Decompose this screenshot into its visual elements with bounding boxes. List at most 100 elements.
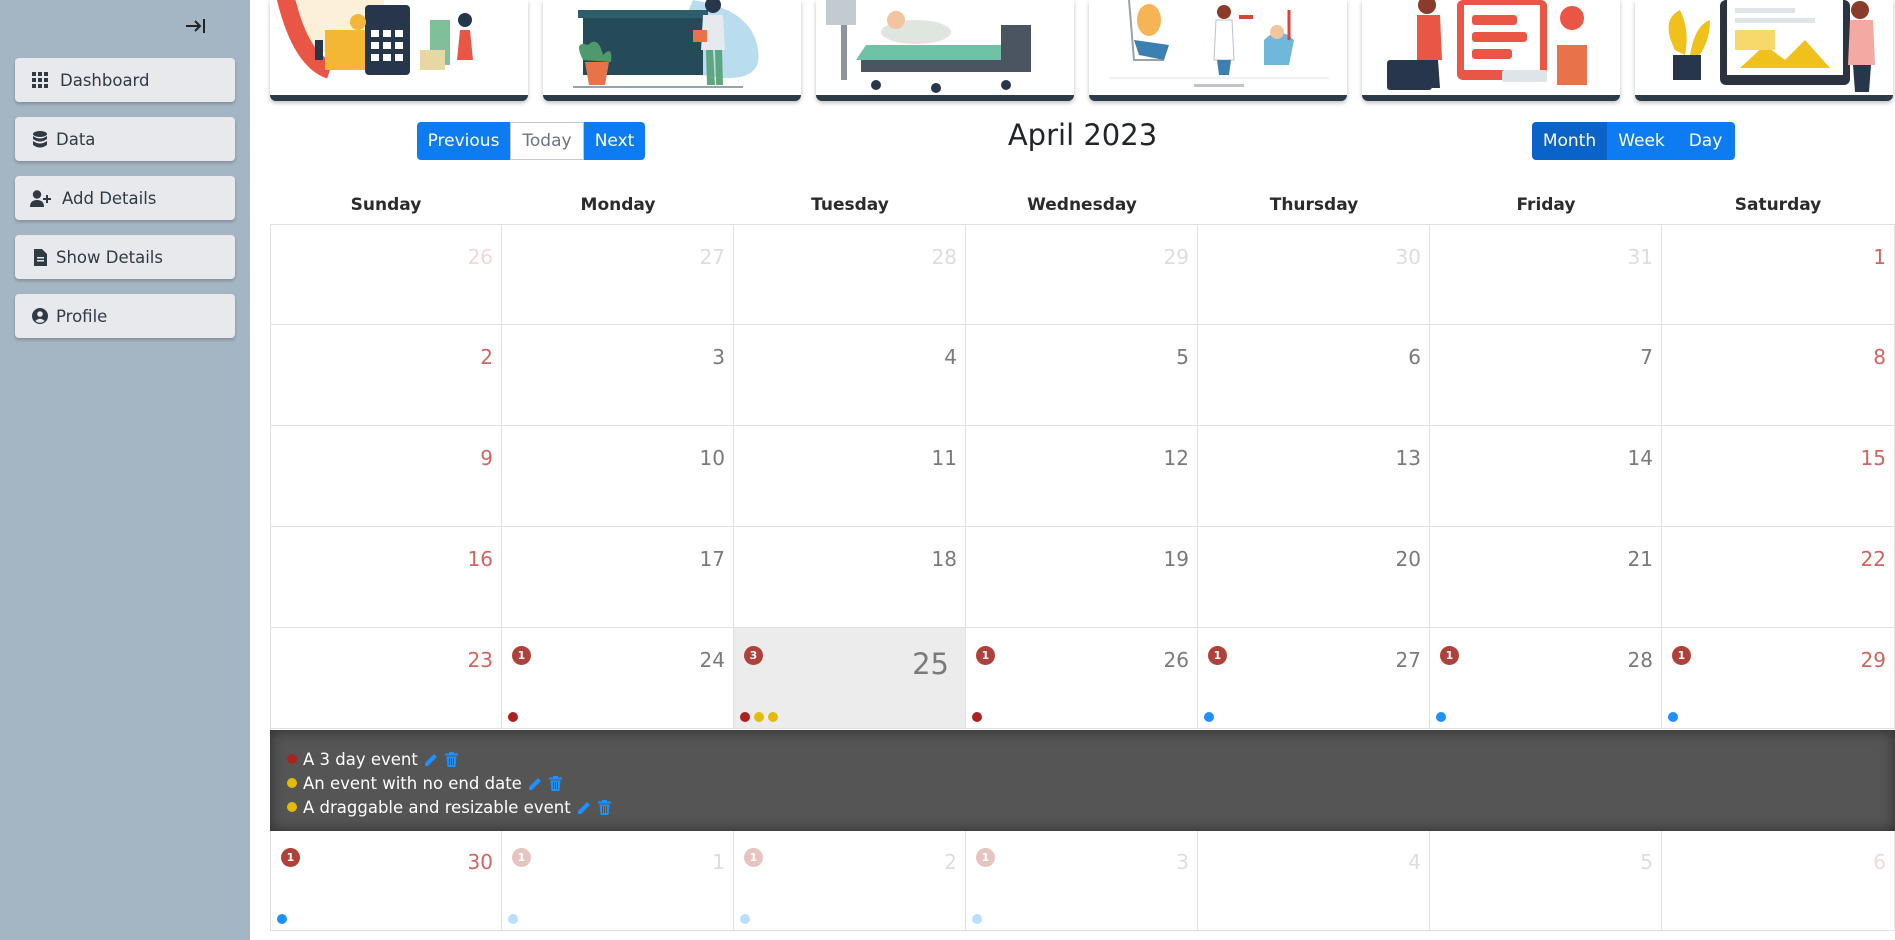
day-cell[interactable]: 30 1 (270, 830, 502, 931)
event-dot (972, 712, 982, 722)
day-cell[interactable]: 21 (734, 830, 966, 931)
sidebar-item-label: Data (56, 129, 96, 149)
event-item[interactable]: An event with no end date (287, 771, 1895, 795)
finance-illustration-card[interactable] (270, 0, 528, 101)
day-number: 1 (712, 850, 725, 874)
event-item[interactable]: A draggable and resizable event (287, 795, 1895, 819)
day-number: 3 (1176, 850, 1189, 874)
clinic-illustration (1109, 0, 1329, 87)
day-number: 19 (1163, 547, 1189, 571)
today-button[interactable]: Today (510, 122, 584, 160)
day-cell[interactable]: 1 (1662, 224, 1895, 325)
previous-button[interactable]: Previous (417, 122, 510, 160)
day-cell[interactable]: 11 (502, 830, 734, 931)
tablet-illustration-card[interactable] (1635, 0, 1893, 101)
day-cell[interactable]: 12 (966, 426, 1198, 527)
day-number: 27 (1395, 648, 1421, 672)
sidebar-item-show-details[interactable]: Show Details (15, 235, 235, 279)
day-cell[interactable]: 30 (1198, 224, 1430, 325)
day-cell[interactable]: 29 1 (1662, 628, 1895, 729)
day-cell[interactable]: 19 (966, 527, 1198, 628)
day-cell[interactable]: 29 (966, 224, 1198, 325)
day-cell[interactable]: 2 (270, 325, 502, 426)
day-cell[interactable]: 15 (1662, 426, 1895, 527)
day-cell[interactable]: 6 (1198, 325, 1430, 426)
sidebar-item-dashboard[interactable]: Dashboard (15, 58, 235, 102)
trash-icon[interactable] (547, 775, 564, 792)
day-cell[interactable]: 26 (270, 224, 502, 325)
day-number: 23 (467, 648, 493, 672)
week-view-button[interactable]: Week (1607, 122, 1676, 160)
day-cell[interactable]: 10 (502, 426, 734, 527)
day-cell[interactable]: 4 (734, 325, 966, 426)
day-cell[interactable]: 31 (966, 830, 1198, 931)
day-cell[interactable]: 14 (1430, 426, 1662, 527)
day-number: 28 (1627, 648, 1653, 672)
day-number: 30 (467, 850, 493, 874)
next-button[interactable]: Next (584, 122, 645, 160)
user-plus-icon (30, 188, 52, 208)
tablet-illustration (1668, 0, 1875, 92)
day-cell[interactable]: 22 (1662, 527, 1895, 628)
day-number: 26 (1163, 648, 1189, 672)
day-cell[interactable]: 31 (1430, 224, 1662, 325)
clinic-illustration-card[interactable] (1089, 0, 1347, 101)
pencil-icon[interactable] (423, 751, 440, 768)
reception-illustration-card[interactable] (543, 0, 801, 101)
weekday-tuesday: Tuesday (811, 195, 889, 215)
day-cell[interactable]: 6 (1662, 830, 1895, 931)
event-dots (972, 914, 982, 924)
day-cell[interactable]: 18 (734, 527, 966, 628)
day-cell[interactable]: 7 (1430, 325, 1662, 426)
weekday-saturday: Saturday (1734, 195, 1822, 215)
arrow-to-right-icon (186, 19, 205, 33)
day-number: 25 (912, 647, 949, 681)
trash-icon[interactable] (443, 751, 460, 768)
day-number: 4 (944, 345, 957, 369)
day-cell[interactable]: 27 (502, 224, 734, 325)
day-cell[interactable]: 28 1 (1430, 628, 1662, 729)
sidebar-item-profile[interactable]: Profile (15, 294, 235, 338)
sidebar-item-data[interactable]: Data (15, 117, 235, 161)
event-dot (1204, 712, 1214, 722)
event-title[interactable]: An event with no end date (303, 774, 522, 793)
day-cell[interactable]: 26 1 (966, 628, 1198, 729)
day-cell[interactable]: 16 (270, 527, 502, 628)
day-cell[interactable]: 5 (1430, 830, 1662, 931)
event-count-badge: 1 (1440, 646, 1459, 665)
pencil-icon[interactable] (527, 775, 544, 792)
event-title[interactable]: A 3 day event (303, 750, 418, 769)
event-title[interactable]: A draggable and resizable event (303, 798, 571, 817)
sidebar-item-add-details[interactable]: Add Details (15, 176, 235, 220)
day-cell[interactable]: 27 1 (1198, 628, 1430, 729)
day-cell[interactable]: 20 (1198, 527, 1430, 628)
event-count-badge: 3 (744, 646, 763, 665)
event-dots (740, 712, 778, 722)
trash-icon[interactable] (596, 799, 613, 816)
day-cell[interactable]: 5 (966, 325, 1198, 426)
mobile-payment-illustration-card[interactable] (1362, 0, 1620, 101)
day-cell-today[interactable]: 25 3 (734, 628, 966, 729)
event-item[interactable]: A 3 day event (287, 747, 1895, 771)
user-circle-icon (30, 306, 50, 326)
day-cell[interactable]: 8 (1662, 325, 1895, 426)
day-cell[interactable]: 9 (270, 426, 502, 527)
day-cell[interactable]: 17 (502, 527, 734, 628)
day-cell[interactable]: 13 (1198, 426, 1430, 527)
day-cell[interactable]: 4 (1198, 830, 1430, 931)
day-cell[interactable]: 28 (734, 224, 966, 325)
hospital-bed-illustration-card[interactable] (816, 0, 1074, 101)
day-view-button[interactable]: Day (1676, 122, 1735, 160)
pencil-icon[interactable] (576, 799, 593, 816)
day-cell[interactable]: 24 1 (502, 628, 734, 729)
day-number: 21 (1627, 547, 1653, 571)
day-cell[interactable]: 21 (1430, 527, 1662, 628)
event-count-badge: 1 (1208, 646, 1227, 665)
day-cell[interactable]: 23 (270, 628, 502, 729)
day-cell[interactable]: 11 (734, 426, 966, 527)
month-view-button[interactable]: Month (1532, 122, 1607, 160)
day-number: 8 (1873, 345, 1886, 369)
day-cell[interactable]: 3 (502, 325, 734, 426)
day-number: 12 (1163, 446, 1189, 470)
collapse-sidebar-button[interactable] (182, 14, 210, 38)
